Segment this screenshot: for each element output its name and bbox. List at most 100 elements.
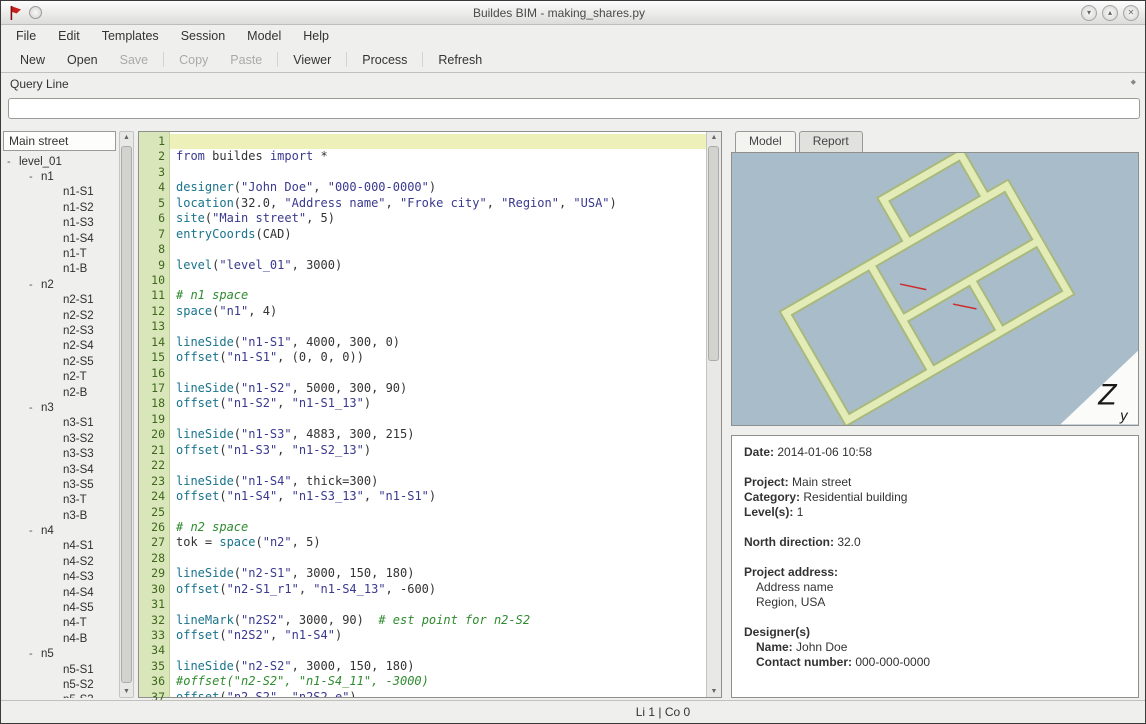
- tree-item-n5[interactable]: -n5: [3, 647, 116, 662]
- menu-help[interactable]: Help: [292, 27, 340, 45]
- code-line-7[interactable]: entryCoords(CAD): [170, 227, 706, 242]
- viewer-button[interactable]: Viewer: [282, 51, 342, 69]
- tree-item-n2-S2[interactable]: n2-S2: [3, 308, 116, 323]
- maximize-button[interactable]: ▴: [1102, 5, 1118, 21]
- process-button[interactable]: Process: [351, 51, 418, 69]
- refresh-button[interactable]: Refresh: [427, 51, 493, 69]
- code-line-2[interactable]: from buildes import *: [170, 149, 706, 164]
- tree-item-n3-S2[interactable]: n3-S2: [3, 431, 116, 446]
- code-line-10[interactable]: [170, 273, 706, 288]
- tree-item-n4-B[interactable]: n4-B: [3, 631, 116, 646]
- code-line-3[interactable]: [170, 165, 706, 180]
- tree-item-n4-S2[interactable]: n4-S2: [3, 554, 116, 569]
- code-line-19[interactable]: [170, 412, 706, 427]
- editor-scrollbar[interactable]: ▲ ▼: [706, 132, 721, 697]
- code-line-36[interactable]: #offset("n2-S2", "n1-S4_11", -3000): [170, 674, 706, 689]
- tree-item-n2-B[interactable]: n2-B: [3, 385, 116, 400]
- code-line-26[interactable]: # n2 space: [170, 520, 706, 535]
- code-line-25[interactable]: [170, 505, 706, 520]
- window-menu-button[interactable]: [29, 6, 42, 19]
- tree-item-n1-S2[interactable]: n1-S2: [3, 200, 116, 215]
- code-line-5[interactable]: location(32.0, "Address name", "Froke ci…: [170, 196, 706, 211]
- editor-scrollbar-thumb[interactable]: [708, 146, 719, 361]
- code-line-17[interactable]: lineSide("n1-S2", 5000, 300, 90): [170, 381, 706, 396]
- code-line-33[interactable]: offset("n2S2", "n1-S4"): [170, 628, 706, 643]
- tree-item-n1-T[interactable]: n1-T: [3, 246, 116, 261]
- tree-item-n2-S1[interactable]: n2-S1: [3, 293, 116, 308]
- query-input[interactable]: [8, 98, 1140, 119]
- tree-item-n3-B[interactable]: n3-B: [3, 508, 116, 523]
- code-line-1[interactable]: [170, 134, 706, 149]
- query-options-icon[interactable]: ◆: [1131, 78, 1136, 86]
- code-line-6[interactable]: site("Main street", 5): [170, 211, 706, 226]
- code-line-13[interactable]: [170, 319, 706, 334]
- model-3d-viewport[interactable]: Z y: [732, 153, 1138, 425]
- close-button[interactable]: ✕: [1123, 5, 1139, 21]
- model-view[interactable]: Z y: [731, 152, 1139, 426]
- code-line-4[interactable]: designer("John Doe", "000-000-0000"): [170, 180, 706, 195]
- code-line-29[interactable]: lineSide("n2-S1", 3000, 150, 180): [170, 566, 706, 581]
- code-line-31[interactable]: [170, 597, 706, 612]
- tree-item-n3-S3[interactable]: n3-S3: [3, 446, 116, 461]
- tree-expander-icon[interactable]: -: [7, 156, 19, 168]
- tree-item-n3-S1[interactable]: n3-S1: [3, 416, 116, 431]
- tree-item-n4-S5[interactable]: n4-S5: [3, 600, 116, 615]
- tree-item-n2-S3[interactable]: n2-S3: [3, 323, 116, 338]
- minimize-button[interactable]: ▾: [1081, 5, 1097, 21]
- code-line-37[interactable]: offset("n2-S2", "n2S2_e"): [170, 690, 706, 697]
- tree-item-n3-S4[interactable]: n3-S4: [3, 462, 116, 477]
- tree-item-n1[interactable]: -n1: [3, 169, 116, 184]
- scroll-up-icon[interactable]: ▲: [123, 134, 130, 141]
- tree-scrollbar[interactable]: ▲ ▼: [119, 131, 134, 698]
- code-line-27[interactable]: tok = space("n2", 5): [170, 535, 706, 550]
- tree-item-n2[interactable]: -n2: [3, 277, 116, 292]
- tree-root-label[interactable]: Main street: [3, 131, 116, 151]
- code-line-34[interactable]: [170, 643, 706, 658]
- code-line-28[interactable]: [170, 551, 706, 566]
- tree-expander-icon[interactable]: -: [29, 525, 41, 537]
- tree-item-n2-T[interactable]: n2-T: [3, 369, 116, 384]
- code-line-22[interactable]: [170, 458, 706, 473]
- scroll-down-icon[interactable]: ▼: [123, 688, 130, 695]
- menu-templates[interactable]: Templates: [91, 27, 170, 45]
- code-line-21[interactable]: offset("n1-S3", "n1-S2_13"): [170, 443, 706, 458]
- scroll-up-icon[interactable]: ▲: [711, 134, 718, 141]
- tab-report[interactable]: Report: [799, 131, 863, 152]
- code-line-30[interactable]: offset("n2-S1_r1", "n1-S4_13", -600): [170, 582, 706, 597]
- code-line-11[interactable]: # n1 space: [170, 288, 706, 303]
- tree-item-n4[interactable]: -n4: [3, 523, 116, 538]
- new-button[interactable]: New: [9, 51, 56, 69]
- code-line-35[interactable]: lineSide("n2-S2", 3000, 150, 180): [170, 659, 706, 674]
- tree-item-n4-T[interactable]: n4-T: [3, 616, 116, 631]
- code-line-24[interactable]: offset("n1-S4", "n1-S3_13", "n1-S1"): [170, 489, 706, 504]
- tree-item-n1-S1[interactable]: n1-S1: [3, 185, 116, 200]
- menu-session[interactable]: Session: [170, 27, 236, 45]
- tree-item-n2-S5[interactable]: n2-S5: [3, 354, 116, 369]
- tab-model[interactable]: Model: [735, 131, 796, 152]
- menu-file[interactable]: File: [5, 27, 47, 45]
- tree-item-level_01[interactable]: -level_01: [3, 154, 116, 169]
- tree-item-n3-T[interactable]: n3-T: [3, 493, 116, 508]
- code-line-12[interactable]: space("n1", 4): [170, 304, 706, 319]
- tree-scrollbar-thumb[interactable]: [121, 146, 132, 683]
- code-line-20[interactable]: lineSide("n1-S3", 4883, 300, 215): [170, 427, 706, 442]
- tree-expander-icon[interactable]: -: [29, 648, 41, 660]
- code-area[interactable]: from buildes import * designer("John Doe…: [170, 132, 706, 697]
- tree-item-n5-S3[interactable]: n5-S3: [3, 693, 116, 698]
- menu-model[interactable]: Model: [236, 27, 292, 45]
- tree-item-n1-S3[interactable]: n1-S3: [3, 216, 116, 231]
- code-line-15[interactable]: offset("n1-S1", (0, 0, 0)): [170, 350, 706, 365]
- tree-item-n4-S3[interactable]: n4-S3: [3, 570, 116, 585]
- tree-item-n4-S1[interactable]: n4-S1: [3, 539, 116, 554]
- code-line-14[interactable]: lineSide("n1-S1", 4000, 300, 0): [170, 335, 706, 350]
- scroll-down-icon[interactable]: ▼: [711, 688, 718, 695]
- code-line-23[interactable]: lineSide("n1-S4", thick=300): [170, 474, 706, 489]
- tree-item-n5-S1[interactable]: n5-S1: [3, 662, 116, 677]
- tree-item-n3-S5[interactable]: n3-S5: [3, 477, 116, 492]
- tree-expander-icon[interactable]: -: [29, 171, 41, 183]
- code-line-9[interactable]: level("level_01", 3000): [170, 258, 706, 273]
- tree-expander-icon[interactable]: -: [29, 402, 41, 414]
- open-button[interactable]: Open: [56, 51, 109, 69]
- tree-item-n2-S4[interactable]: n2-S4: [3, 339, 116, 354]
- tree-item-n5-S2[interactable]: n5-S2: [3, 677, 116, 692]
